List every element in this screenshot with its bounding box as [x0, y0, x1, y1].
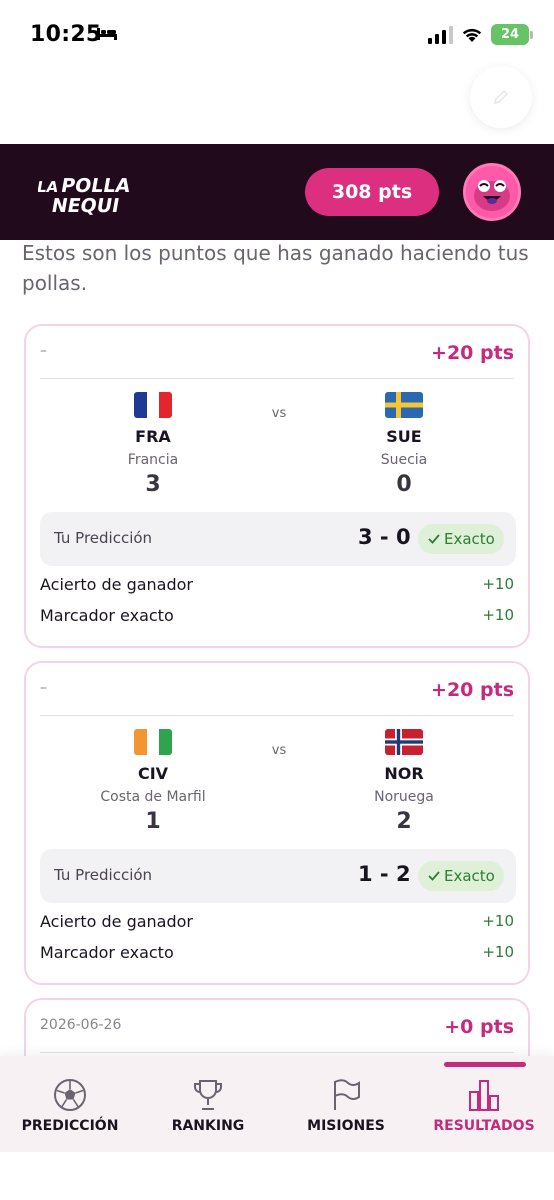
prediction-label: Tu Predicción	[54, 529, 153, 547]
exact-badge-label: Exacto	[444, 530, 495, 548]
bonus-row: Acierto de ganador +10	[40, 575, 514, 599]
divider	[40, 378, 514, 379]
bottom-navigation: PREDICCIÓN RANKING MISIONES RESULTADOS	[0, 1056, 554, 1152]
prediction-score: 3 - 0	[358, 525, 411, 549]
bonus-value: +10	[482, 606, 514, 624]
prediction-box: Tu Predicción 1 - 2 Exacto	[40, 849, 516, 903]
cellular-signal-icon	[428, 26, 453, 44]
bonus-label: Marcador exacto	[40, 943, 174, 962]
team-score: 3	[145, 472, 161, 497]
team-score: 0	[396, 472, 412, 497]
battery-indicator: 24	[491, 24, 529, 45]
nav-label: RANKING	[171, 1118, 245, 1134]
exact-badge: Exacto	[418, 861, 504, 891]
team-code: FRA	[135, 427, 171, 446]
team-name: Francia	[127, 452, 179, 468]
prediction-score: 1 - 2	[358, 862, 411, 886]
user-points-pill[interactable]: 308 pts	[305, 168, 439, 216]
nav-item-ranking[interactable]: RANKING	[148, 1056, 268, 1152]
bonus-row: Marcador exacto +10	[40, 943, 514, 967]
svg-text:NEQUI: NEQUI	[50, 194, 121, 217]
team-name: Costa de Marfil	[100, 789, 206, 805]
intro-text: Estos son los puntos que has ganado haci…	[22, 241, 529, 295]
match-points: +0 pts	[444, 1016, 514, 1038]
pencil-icon	[493, 89, 509, 105]
vs-label: vs	[271, 406, 287, 421]
norway-flag-icon	[385, 729, 423, 755]
active-tab-indicator	[444, 1062, 526, 1067]
bonus-row: Acierto de ganador +10	[40, 912, 514, 936]
bonus-value: +10	[482, 575, 514, 593]
bonus-label: Acierto de ganador	[40, 575, 193, 594]
exact-badge: Exacto	[418, 524, 504, 554]
team-score: 2	[396, 809, 412, 834]
bonus-row: Marcador exacto +10	[40, 606, 514, 630]
sweden-flag-icon	[385, 392, 423, 418]
bonus-label: Acierto de ganador	[40, 912, 193, 931]
nav-item-misiones[interactable]: MISIONES	[286, 1056, 406, 1152]
monster-avatar-icon	[466, 166, 518, 218]
bonus-value: +10	[482, 912, 514, 930]
team-code: CIV	[137, 764, 169, 783]
match-date: 2026-06-26	[40, 1017, 122, 1033]
battery-tip	[530, 31, 533, 39]
floating-edit-button[interactable]	[470, 66, 532, 128]
status-time: 10:25	[30, 22, 102, 47]
bonus-value: +10	[482, 943, 514, 961]
trophy-icon	[194, 1080, 222, 1110]
divider	[40, 715, 514, 716]
check-icon	[428, 871, 440, 881]
nav-label: RESULTADOS	[433, 1118, 535, 1134]
match-date: –	[40, 343, 47, 359]
home-indicator-area	[0, 1152, 554, 1200]
prediction-label: Tu Predicción	[54, 866, 153, 884]
nav-label: PREDICCIÓN	[21, 1118, 119, 1134]
soccer-ball-icon	[54, 1079, 86, 1111]
prediction-box: Tu Predicción 3 - 0 Exacto	[40, 512, 516, 566]
vs-label: vs	[271, 743, 287, 758]
team-score: 1	[145, 809, 161, 834]
match-date: –	[40, 680, 47, 696]
ivory-coast-flag-icon	[134, 729, 172, 755]
divider	[40, 1052, 514, 1053]
exact-badge-label: Exacto	[444, 867, 495, 885]
nav-label: MISIONES	[307, 1118, 385, 1134]
sleep-bed-icon	[97, 28, 117, 40]
team-name: Suecia	[380, 452, 428, 468]
la-polla-nequi-logo[interactable]: LA POLLA NEQUI	[38, 170, 160, 218]
status-bar: 10:25 24	[0, 0, 554, 70]
match-points: +20 pts	[431, 342, 514, 364]
flag-icon	[334, 1079, 360, 1110]
user-avatar[interactable]	[463, 163, 521, 221]
check-icon	[428, 534, 440, 544]
france-flag-icon	[134, 392, 172, 418]
wifi-icon	[462, 28, 482, 42]
nav-item-prediccion[interactable]: PREDICCIÓN	[10, 1056, 130, 1152]
nav-item-resultados[interactable]: RESULTADOS	[424, 1056, 544, 1152]
match-points: +20 pts	[431, 679, 514, 701]
team-code: SUE	[386, 427, 422, 446]
team-name: Noruega	[374, 789, 434, 805]
team-code: NOR	[384, 764, 424, 783]
match-result-card: – +20 pts vs FRA Francia 3 SUE Suecia 0 …	[24, 324, 530, 648]
bar-chart-icon	[469, 1080, 499, 1111]
match-result-card: – +20 pts vs CIV Costa de Marfil 1 NOR N…	[24, 661, 530, 985]
bonus-label: Marcador exacto	[40, 606, 174, 625]
